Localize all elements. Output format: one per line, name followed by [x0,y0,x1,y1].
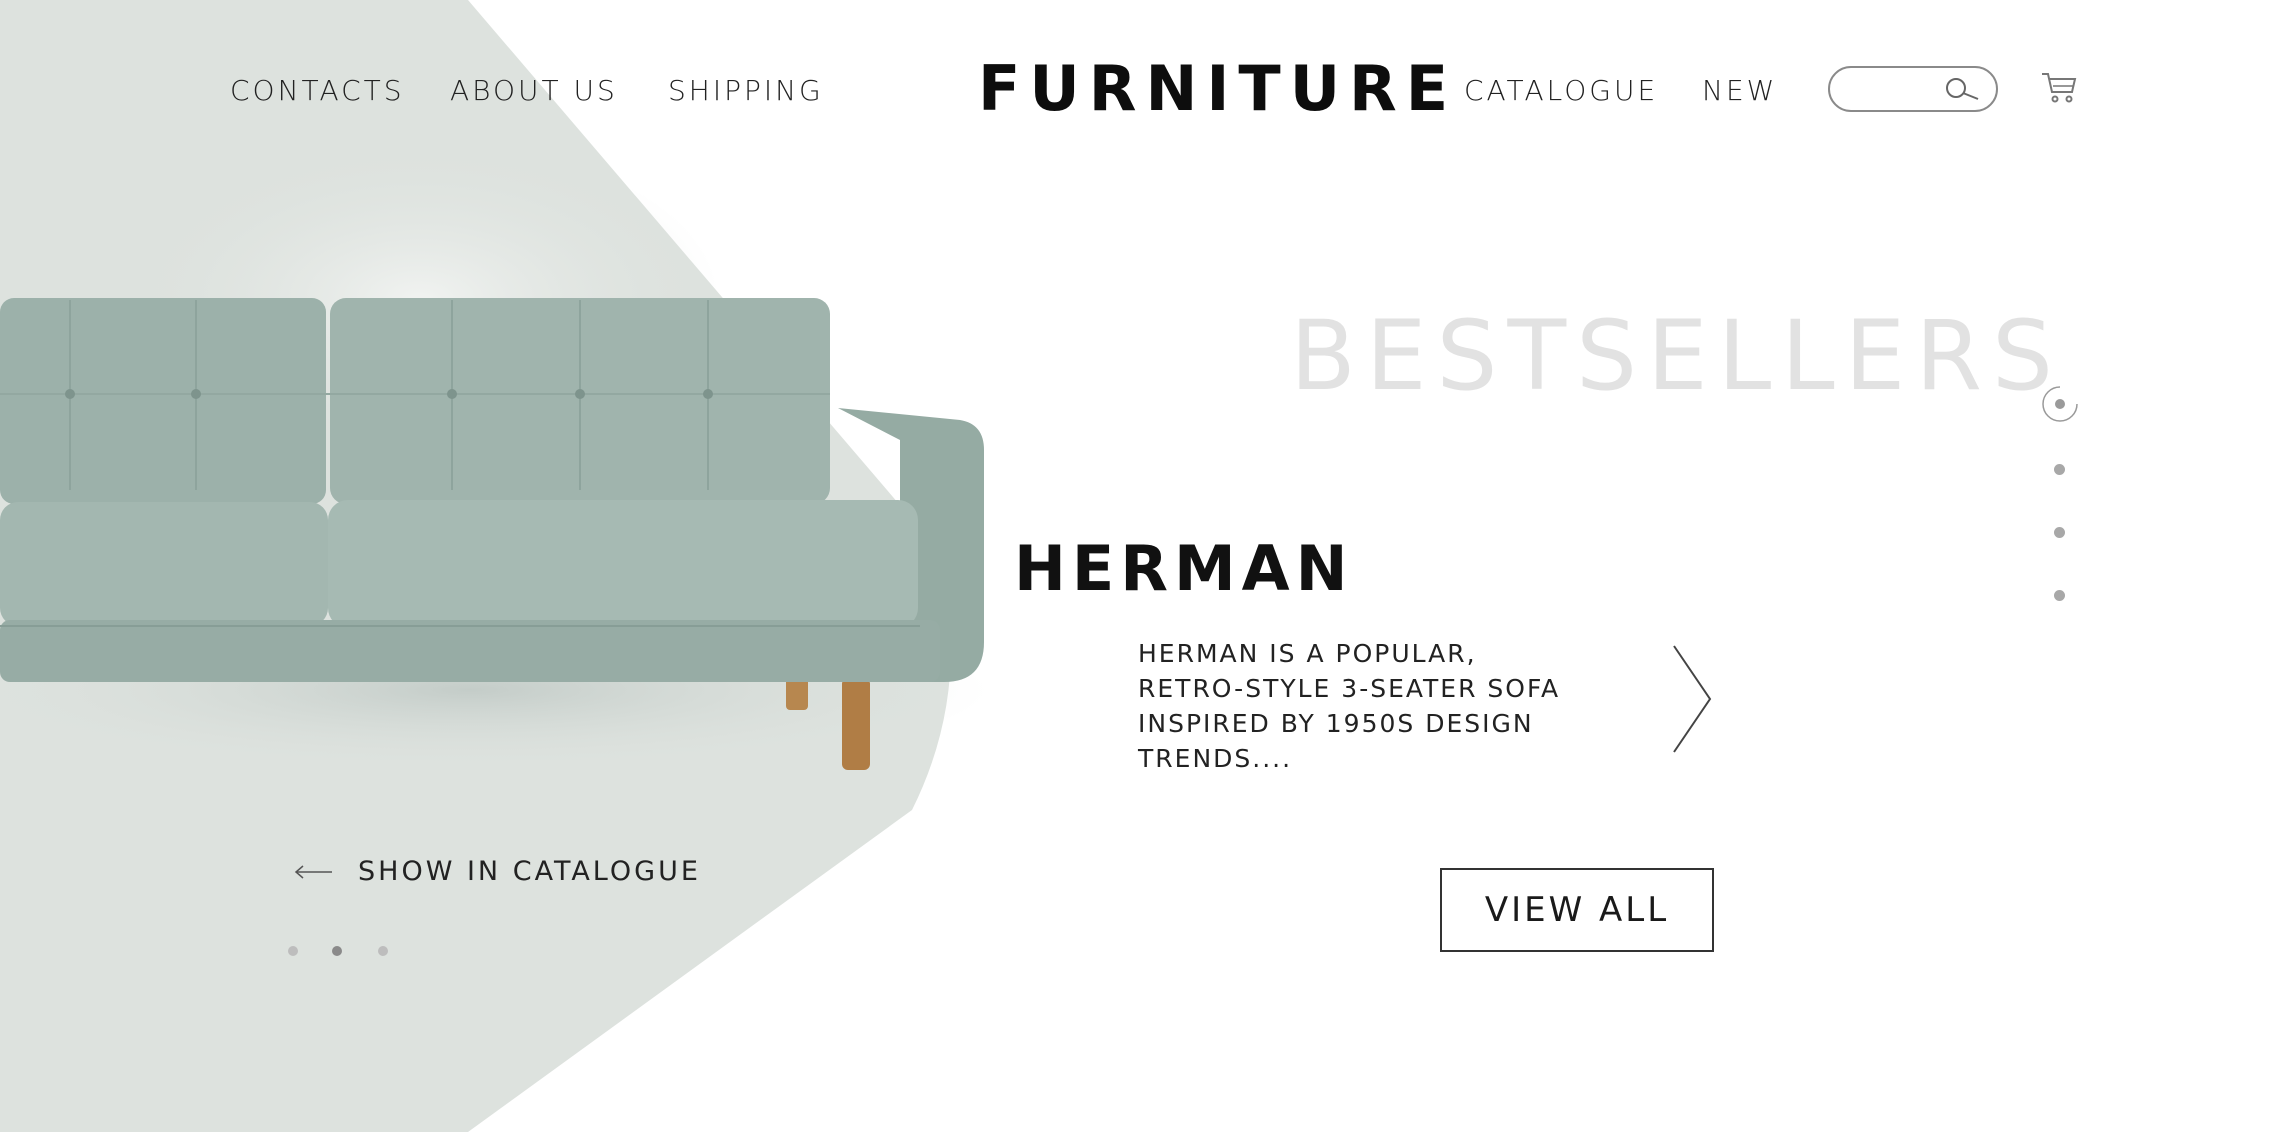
brand-logo[interactable]: FURNITURE [978,52,1457,125]
sofa-image [0,298,990,770]
product-name: HERMAN [1014,532,1354,605]
bottom-page-dot[interactable] [378,946,388,956]
product-description: HERMAN IS A POPULAR, RETRO-STYLE 3-SEATE… [1138,639,1561,773]
side-page-dot[interactable] [2054,527,2065,538]
nav-new[interactable]: NEW [1702,74,1777,107]
side-pagination [2040,380,2080,610]
active-page-ring-icon[interactable] [2040,384,2080,424]
show-in-catalogue-label: SHOW IN CATALOGUE [358,856,701,887]
show-in-catalogue-link[interactable]: SHOW IN CATALOGUE [294,856,701,887]
arrow-left-icon [294,864,332,879]
search-input[interactable] [1828,66,1998,112]
nav-shipping[interactable]: SHIPPING [668,74,824,107]
section-title: BESTSELLERS [1290,300,2063,412]
side-page-dot[interactable] [2054,590,2065,601]
nav-contacts[interactable]: CONTACTS [230,74,405,107]
cart-icon[interactable] [2040,68,2078,106]
search-icon[interactable] [1942,75,1982,105]
bottom-pagination [288,946,398,960]
view-all-button[interactable]: VIEW ALL [1440,868,1714,952]
bottom-page-dot-active[interactable] [332,946,342,956]
nav-about-us[interactable]: ABOUT US [450,74,618,107]
next-arrow-icon[interactable] [1670,644,1714,754]
nav-catalogue[interactable]: CATALOGUE [1464,74,1658,107]
bottom-page-dot[interactable] [288,946,298,956]
side-page-dot[interactable] [2054,464,2065,475]
